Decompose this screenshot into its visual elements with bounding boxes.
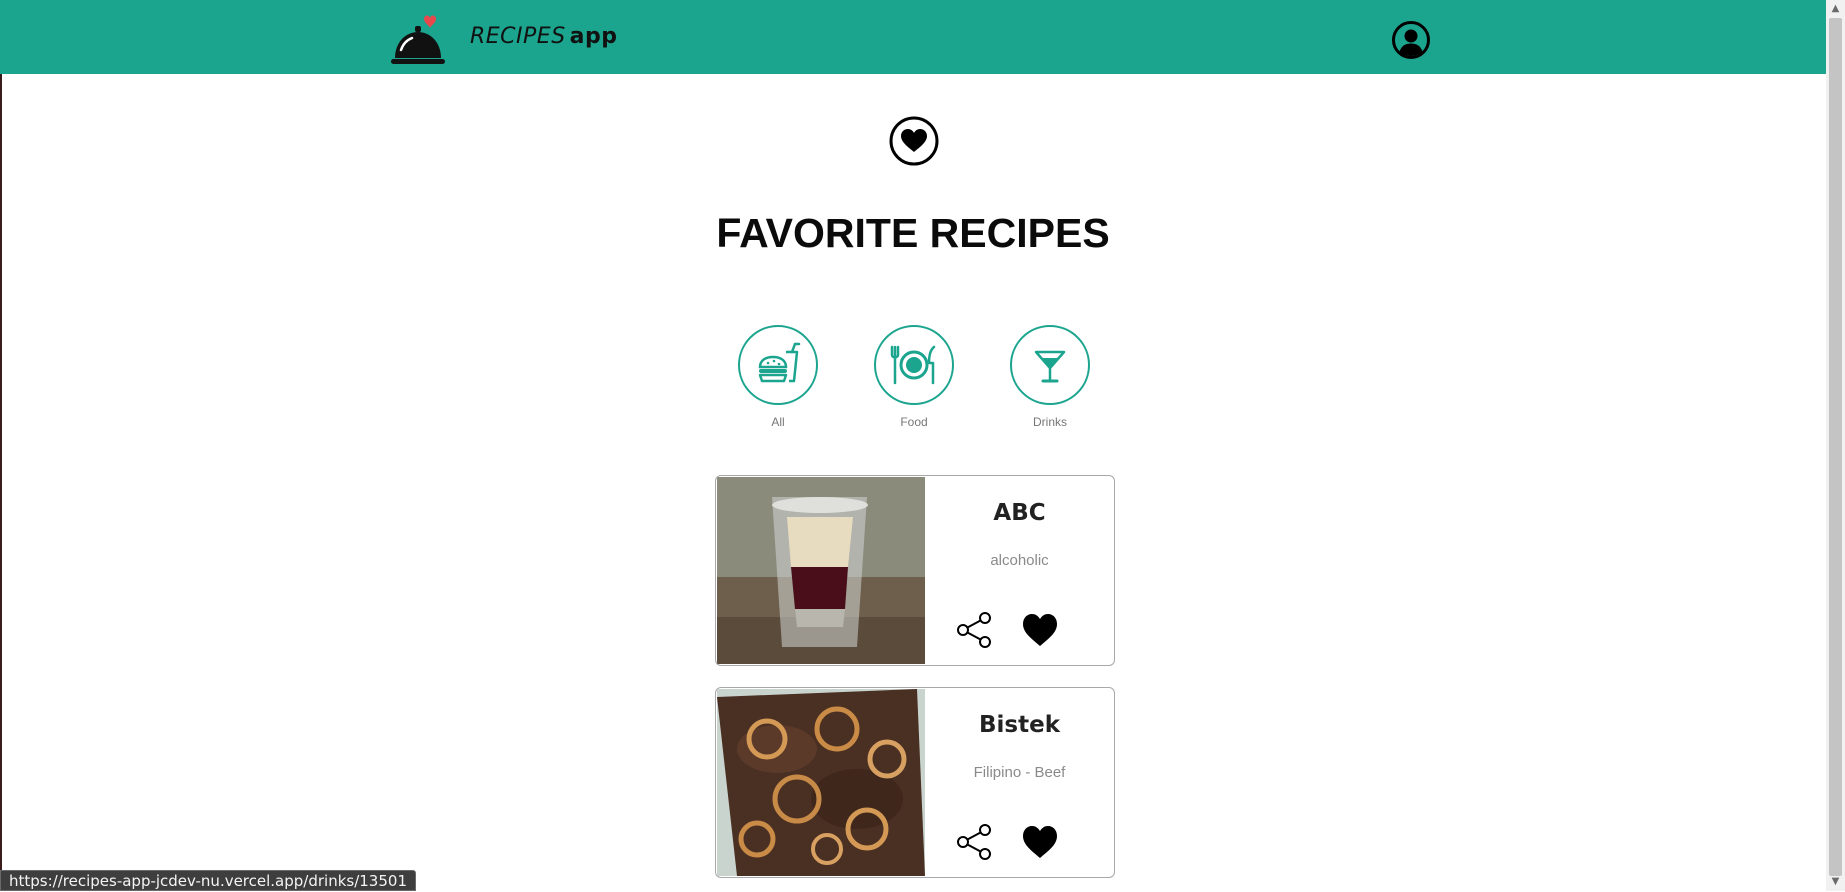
favorite-heart-icon[interactable] <box>1021 611 1059 649</box>
page-scrollbar[interactable]: ▲ ▼ <box>1826 0 1845 891</box>
app-title-word1: RECIPES <box>470 24 566 49</box>
page-title: FAVORITE RECIPES <box>716 210 1110 256</box>
filter-drinks-label: Drinks <box>1032 415 1067 429</box>
filter-food-circle <box>874 325 954 405</box>
filter-all-button[interactable]: All <box>736 325 820 429</box>
recipe-category: Filipino - Beef <box>973 764 1066 781</box>
share-icon[interactable] <box>955 611 993 649</box>
heart-circle-icon <box>888 115 940 167</box>
profile-button[interactable] <box>1391 20 1431 60</box>
filter-drinks-circle <box>1010 325 1090 405</box>
favorite-heart-icon[interactable] <box>1021 823 1059 861</box>
recipe-card: Bistek Filipino - Beef <box>715 687 1115 878</box>
burger-drink-icon <box>758 342 801 383</box>
filter-all-circle <box>738 325 818 405</box>
filter-food-label: Food <box>900 415 928 429</box>
recipe-name[interactable]: Bistek <box>925 712 1114 738</box>
user-circle-icon <box>1392 21 1430 59</box>
share-icon[interactable] <box>955 823 993 861</box>
filter-drinks-button[interactable]: Drinks <box>1008 325 1092 429</box>
scroll-up-arrow-icon[interactable]: ▲ <box>1826 2 1845 16</box>
app-title-word2: app <box>569 24 618 49</box>
recipe-card: ABC alcoholic <box>715 475 1115 666</box>
app-title: RECIPES app <box>470 24 618 49</box>
filter-all-label: All <box>771 415 785 429</box>
plate-cutlery-icon <box>890 345 936 385</box>
recipe-info: Bistek Filipino - Beef <box>925 688 1114 877</box>
link-status-bar: https://recipes-app-jcdev-nu.vercel.app/… <box>0 870 416 891</box>
recipe-info: ABC alcoholic <box>925 476 1114 665</box>
cloche-heart-icon[interactable] <box>390 14 446 68</box>
recipe-name[interactable]: ABC <box>925 500 1114 526</box>
filter-food-button[interactable]: Food <box>872 325 956 429</box>
recipe-category: alcoholic <box>990 552 1049 569</box>
scroll-down-arrow-icon[interactable]: ▼ <box>1826 875 1845 889</box>
recipe-image[interactable] <box>717 689 925 876</box>
cocktail-icon <box>1034 350 1066 383</box>
app-header: RECIPES app <box>0 0 1826 74</box>
recipe-image[interactable] <box>717 477 925 664</box>
scrollbar-thumb[interactable] <box>1829 18 1842 876</box>
